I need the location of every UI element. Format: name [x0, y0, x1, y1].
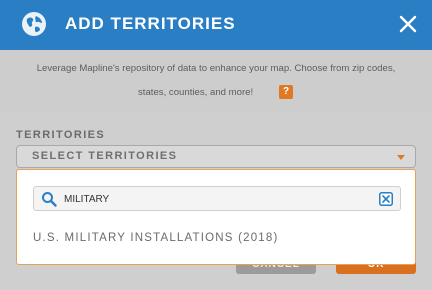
globe-icon: [22, 12, 46, 36]
search-input[interactable]: [64, 191, 364, 207]
territories-dropdown: U.S. MILITARY INSTALLATIONS (2018): [16, 169, 416, 265]
search-box: [33, 186, 401, 211]
clear-search-icon[interactable]: [379, 192, 393, 206]
search-icon: [42, 192, 57, 207]
result-item[interactable]: U.S. MILITARY INSTALLATIONS (2018): [33, 232, 279, 244]
dialog-header: ADD TERRITORIES: [0, 0, 432, 50]
dialog-title: ADD TERRITORIES: [65, 14, 236, 33]
description-line-2: states, counties, and more!: [138, 87, 254, 98]
select-placeholder: SELECT TERRITORIES: [32, 150, 178, 162]
description-band: [0, 50, 432, 112]
help-button[interactable]: ?: [279, 85, 293, 99]
description-line-1: Leverage Mapline's repository of data to…: [36, 63, 396, 74]
territories-label: TERRITORIES: [16, 129, 106, 141]
territories-select[interactable]: SELECT TERRITORIES: [16, 145, 416, 168]
chevron-down-icon: [397, 155, 405, 160]
close-icon[interactable]: [398, 14, 418, 34]
